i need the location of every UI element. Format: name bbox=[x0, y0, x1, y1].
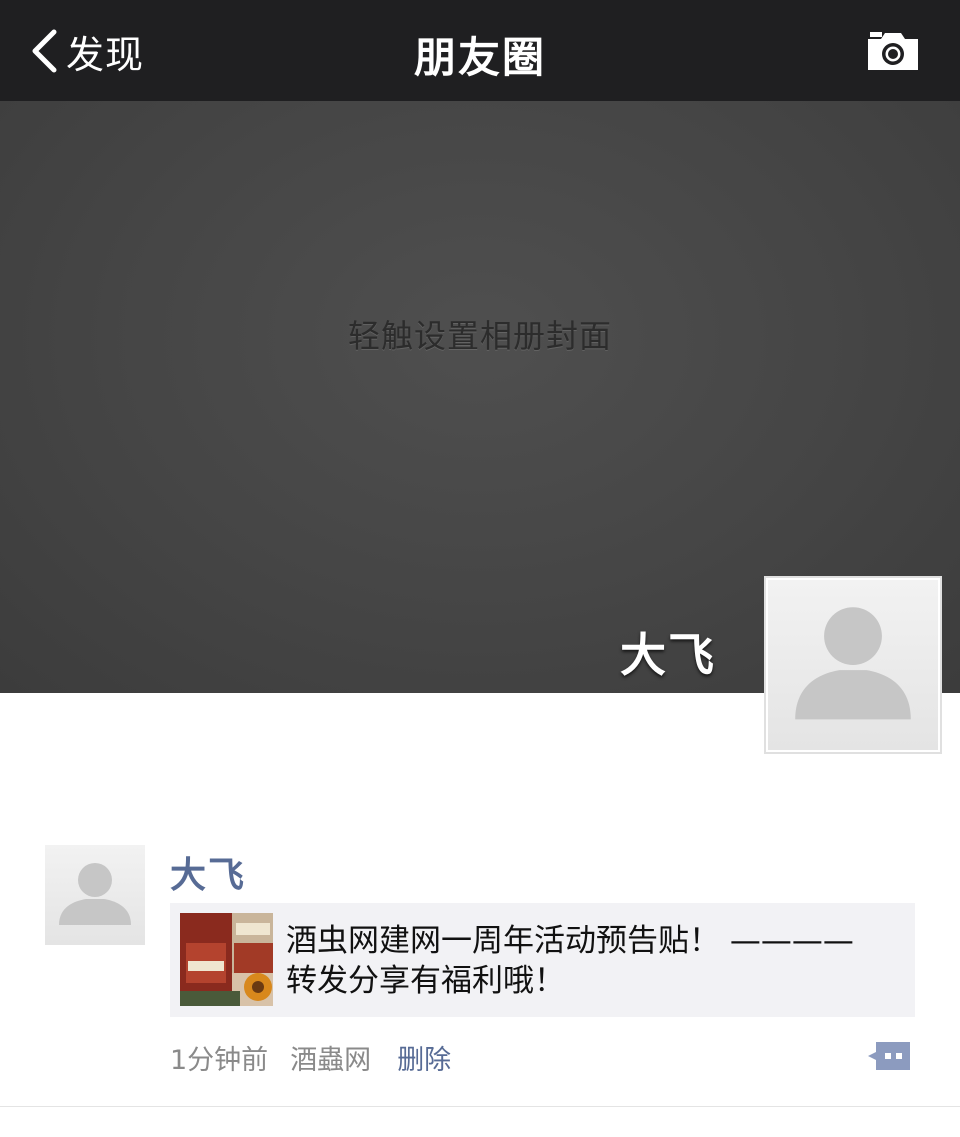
profile-avatar[interactable] bbox=[764, 576, 942, 754]
default-avatar-icon bbox=[795, 607, 911, 720]
profile-name: 大飞 bbox=[620, 628, 716, 682]
delete-button[interactable]: 删除 bbox=[397, 1038, 451, 1077]
share-thumbnail bbox=[180, 913, 273, 1006]
share-title: 酒虫网建网一周年活动预告贴！ ———— 转发分享有福利哦！ bbox=[286, 923, 854, 999]
comment-bubble-icon[interactable] bbox=[866, 1040, 912, 1072]
top-navbar: 发现 朋友圈 bbox=[0, 0, 960, 101]
post-avatar[interactable] bbox=[45, 845, 145, 945]
set-cover-hint: 轻触设置相册封面 bbox=[347, 317, 612, 355]
post-source[interactable]: 酒蟲网 bbox=[290, 1038, 371, 1077]
shared-link-card[interactable]: 酒虫网建网一周年活动预告贴！ ———— 转发分享有福利哦！ bbox=[170, 903, 915, 1017]
post-divider bbox=[0, 1106, 960, 1107]
post-meta: 1分钟前 酒蟲网 删除 bbox=[170, 1037, 451, 1077]
post-author-name[interactable]: 大飞 bbox=[170, 846, 246, 898]
default-avatar-icon bbox=[59, 863, 131, 925]
page-title: 朋友圈 bbox=[413, 33, 546, 82]
post-time: 1分钟前 bbox=[170, 1044, 269, 1076]
camera-icon[interactable] bbox=[866, 28, 920, 72]
